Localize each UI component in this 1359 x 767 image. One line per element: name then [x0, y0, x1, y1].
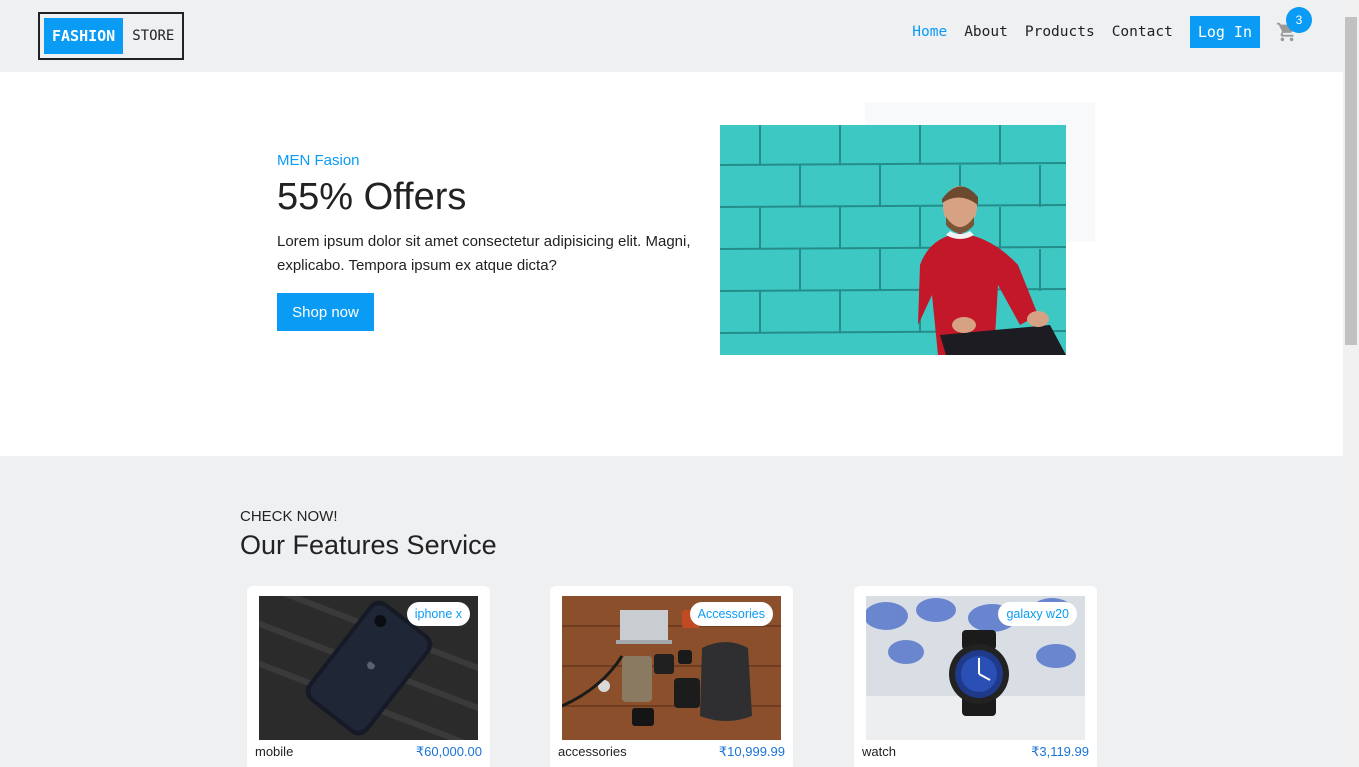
- hero-description: Lorem ipsum dolor sit amet consectetur a…: [277, 233, 691, 274]
- product-name-mobile: mobile: [255, 744, 294, 759]
- page-scrollbar[interactable]: [1343, 0, 1359, 767]
- product-tag-accessories[interactable]: Accessories: [689, 602, 773, 626]
- nav-products-link[interactable]: Products: [1025, 24, 1095, 40]
- features-title: Our Features Service: [240, 530, 497, 560]
- features-kicker: CHECK NOW!: [240, 508, 338, 525]
- hero-headline: 55% Offers: [277, 176, 467, 218]
- product-price-accessories: ₹10,999.99: [718, 744, 785, 759]
- scrollbar-thumb[interactable]: [1345, 17, 1357, 345]
- product-price-mobile: ₹60,000.00: [415, 744, 482, 759]
- logo-store-text: STORE: [132, 28, 175, 44]
- store-logo[interactable]: FASHION STORE: [38, 12, 184, 60]
- product-price-watch: ₹3,119.99: [1031, 744, 1089, 759]
- hero-image: [720, 125, 1066, 355]
- shop-now-button[interactable]: Shop now: [277, 293, 374, 331]
- hero-section: MEN Fasion 55% Offers Lorem ipsum dolor …: [0, 72, 1343, 456]
- nav-contact-link[interactable]: Contact: [1112, 24, 1173, 40]
- product-tag-watch[interactable]: galaxy w20: [998, 602, 1077, 626]
- login-button[interactable]: Log In: [1189, 16, 1260, 48]
- nav-home-link[interactable]: Home: [912, 24, 947, 40]
- cart-button[interactable]: 3: [1276, 7, 1312, 43]
- product-name-accessories: accessories: [558, 744, 627, 759]
- nav-about-link[interactable]: About: [964, 24, 1008, 40]
- product-tag-mobile[interactable]: iphone x: [406, 602, 470, 626]
- product-card-watch[interactable]: galaxy w20 watch ₹3,119.99: [854, 586, 1097, 767]
- main-nav: Home About Products Contact Log In 3: [912, 7, 1312, 48]
- site-header: FASHION STORE Home About Products Contac…: [0, 0, 1343, 72]
- cart-count-badge: 3: [1286, 7, 1312, 33]
- product-card-accessories[interactable]: Accessories accessories ₹10,999.99: [550, 586, 793, 767]
- product-name-watch: watch: [862, 744, 896, 759]
- product-card-mobile[interactable]: iphone x mobile ₹60,000.00: [247, 586, 490, 767]
- logo-brand-text: FASHION: [44, 18, 124, 54]
- hero-subtitle: MEN Fasion: [277, 152, 360, 169]
